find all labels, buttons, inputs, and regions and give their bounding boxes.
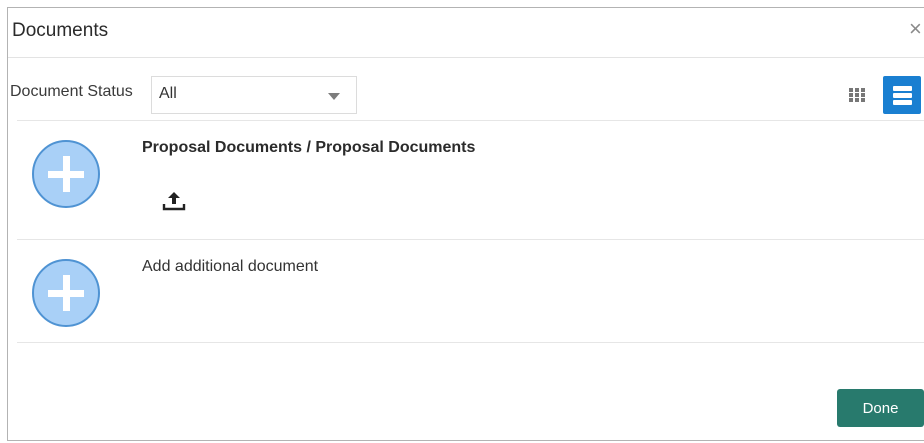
divider [17, 239, 924, 240]
add-additional-document-button[interactable] [32, 259, 100, 327]
dialog-title: Documents [12, 20, 109, 41]
document-status-label: Document Status [10, 83, 133, 100]
upload-button[interactable] [161, 190, 187, 212]
done-button[interactable]: Done [837, 389, 924, 427]
upload-icon [162, 192, 186, 211]
document-status-select[interactable]: All [151, 76, 357, 114]
grid-icon [849, 88, 865, 102]
divider [17, 342, 924, 343]
grid-view-button[interactable] [846, 84, 868, 106]
dialog-header: Documents × [8, 8, 924, 58]
add-additional-document-label: Add additional document [142, 258, 319, 275]
document-status-value: All [159, 85, 177, 102]
list-view-button[interactable] [883, 76, 921, 114]
add-document-button[interactable] [32, 140, 100, 208]
chevron-down-icon [328, 93, 340, 100]
divider [17, 120, 924, 121]
document-category-title: Proposal Documents / Proposal Documents [142, 139, 476, 156]
close-icon[interactable]: × [909, 18, 922, 40]
documents-dialog: Documents × [7, 7, 924, 441]
